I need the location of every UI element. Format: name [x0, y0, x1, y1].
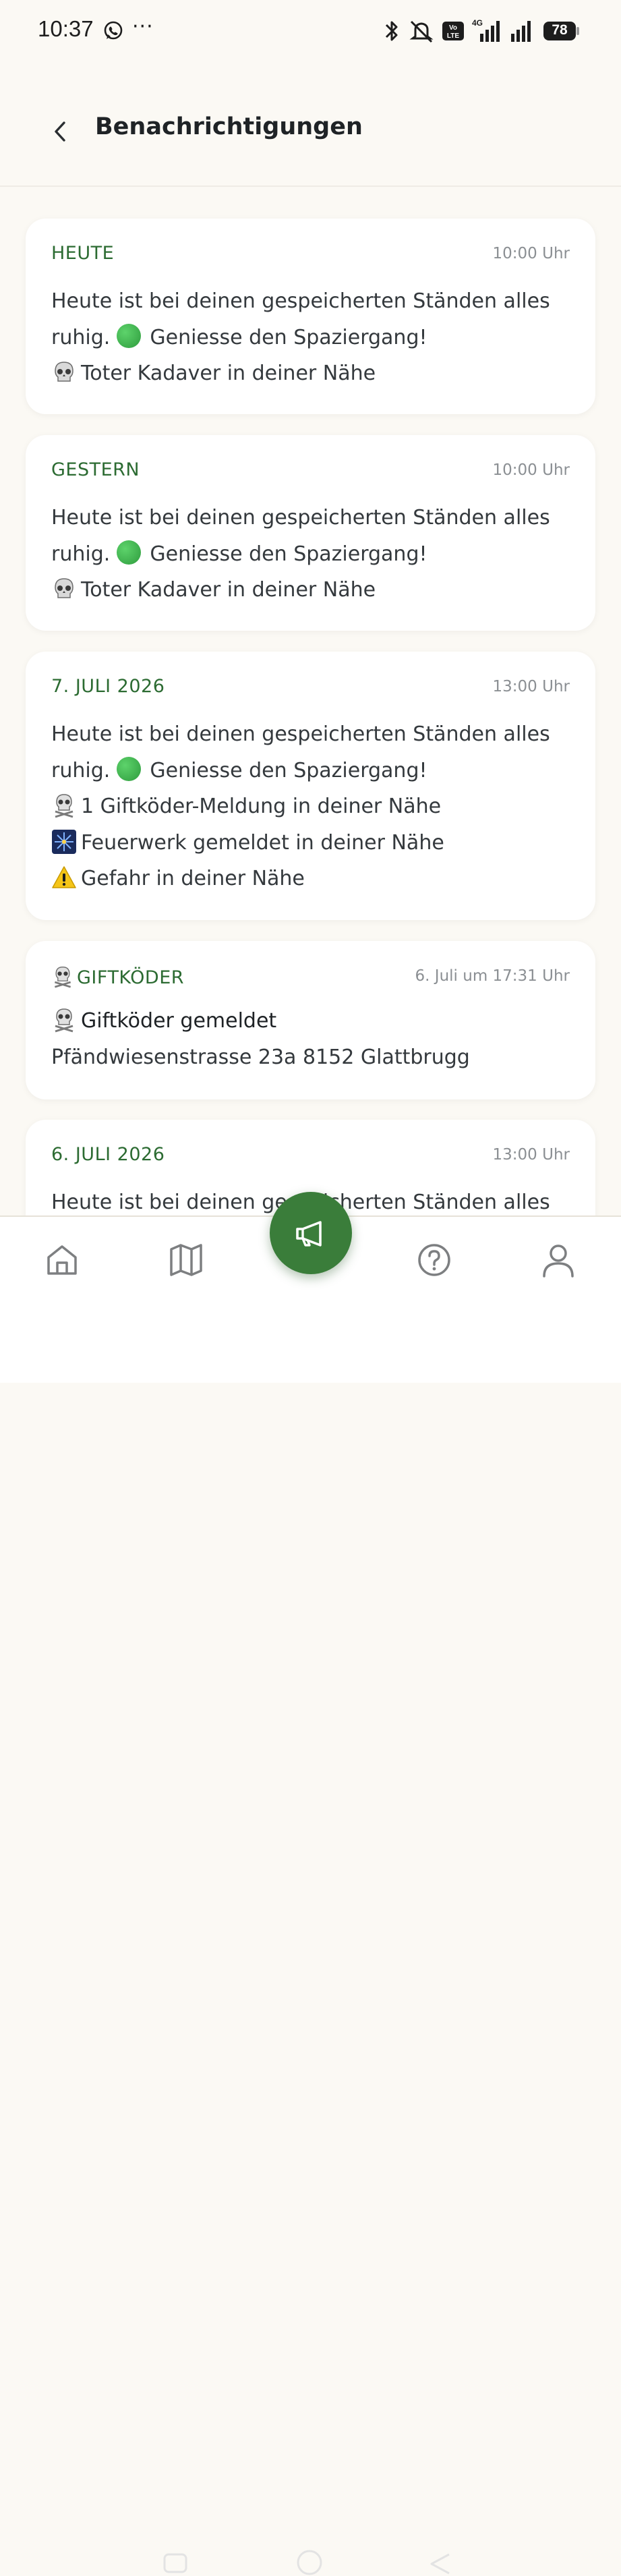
home-icon[interactable]	[43, 1241, 81, 1279]
green-circle-icon	[116, 756, 141, 781]
more-notifications-icon: ···	[132, 15, 154, 38]
notification-body: Heute ist bei deinen gespeicherten Ständ…	[51, 506, 550, 602]
green-circle-icon	[116, 323, 141, 348]
notification-title: GESTERN	[51, 459, 140, 480]
warning-icon	[52, 866, 76, 888]
profile-icon[interactable]	[539, 1241, 577, 1279]
notification-time: 6. Juli um 17:31 Uhr	[415, 967, 570, 985]
map-icon[interactable]	[167, 1241, 205, 1279]
green-circle-icon	[116, 540, 141, 565]
notification-body: Heute ist bei deinen gespeicherten Ständ…	[51, 722, 550, 890]
whatsapp-icon	[104, 21, 123, 40]
notification-address: Pfändwiesenstrasse 23a 8152 Glattbrugg	[51, 1045, 470, 1069]
status-bar: 10:37 ··· Vo LTE 4G 78	[0, 0, 621, 62]
svg-text:Vo: Vo	[449, 24, 457, 32]
mute-icon	[409, 20, 434, 43]
skull-icon	[55, 578, 73, 598]
notification-card[interactable]: GESTERN 10:00 Uhr Heute ist bei deinen g…	[26, 435, 595, 631]
notification-body: Heute ist bei deinen gespeicherten Ständ…	[51, 289, 550, 385]
battery-level: 78	[552, 22, 568, 38]
skull-icon	[55, 362, 73, 382]
back-gesture-icon[interactable]	[426, 2549, 453, 2576]
home-gesture-icon[interactable]	[294, 2549, 325, 2576]
notification-time: 13:00 Uhr	[492, 678, 570, 695]
signal-4g-icon: 4G	[472, 18, 500, 42]
page-title: Benachrichtigungen	[95, 113, 363, 140]
notification-card[interactable]: GIFTKÖDER 6. Juli um 17:31 Uhr Giftköder…	[26, 941, 595, 1099]
notification-time: 10:00 Uhr	[492, 245, 570, 262]
skull-crossbones-icon	[55, 1008, 73, 1033]
fireworks-icon	[52, 829, 76, 854]
notification-time: 13:00 Uhr	[492, 1146, 570, 1164]
notification-title: 7. JULI 2026	[51, 676, 165, 697]
status-time: 10:37	[38, 16, 94, 41]
help-icon[interactable]	[415, 1241, 453, 1279]
app-header: Benachrichtigungen	[0, 62, 621, 187]
megaphone-icon	[296, 1221, 322, 1247]
notification-title: 6. JULI 2026	[51, 1144, 165, 1165]
report-fab-button[interactable]	[270, 1192, 352, 1274]
bluetooth-icon	[385, 21, 398, 41]
recent-apps-icon[interactable]	[162, 2549, 189, 2576]
notification-time: 10:00 Uhr	[492, 461, 570, 479]
notification-title: HEUTE	[51, 243, 115, 264]
skull-crossbones-icon	[54, 967, 71, 988]
svg-text:4G: 4G	[472, 18, 483, 28]
skull-crossbones-icon	[55, 794, 73, 818]
volte-icon: Vo LTE	[442, 22, 464, 40]
signal-icon	[511, 21, 531, 42]
svg-text:LTE: LTE	[447, 32, 459, 40]
notification-body: Giftköder gemeldet Pfändwiesenstrasse 23…	[51, 1003, 571, 1075]
notification-card[interactable]: HEUTE 10:00 Uhr Heute ist bei deinen ges…	[26, 219, 595, 414]
chevron-left-icon[interactable]	[43, 115, 77, 148]
notification-card[interactable]: 7. JULI 2026 13:00 Uhr Heute ist bei dei…	[26, 652, 595, 920]
notification-title: GIFTKÖDER	[51, 965, 184, 988]
